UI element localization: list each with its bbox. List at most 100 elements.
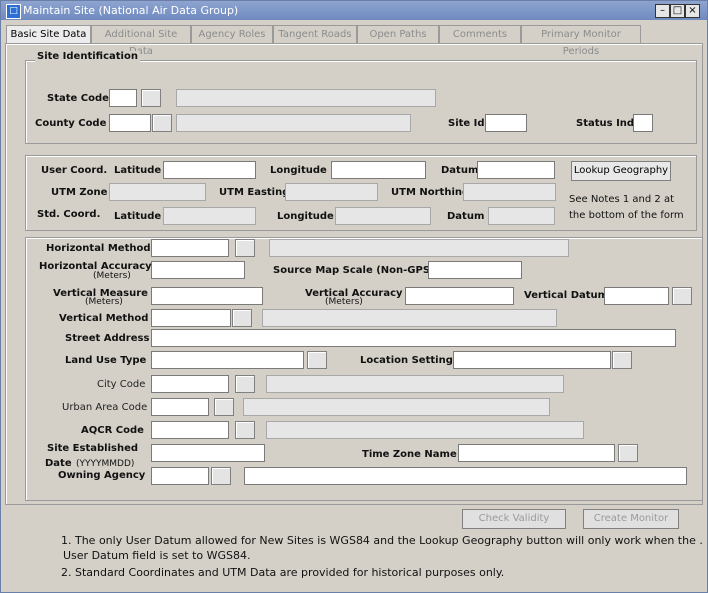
status-ind-input[interactable] [633, 114, 653, 132]
std-longitude-field [335, 207, 431, 225]
minimize-icon[interactable]: – [655, 4, 670, 18]
location-setting-label: Location Setting [360, 355, 453, 366]
window-title: Maintain Site (National Air Data Group) [23, 4, 239, 17]
land-use-type-input[interactable] [151, 351, 304, 369]
land-use-type-lov-button[interactable] [307, 351, 327, 369]
see-notes-text-1: See Notes 1 and 2 at [569, 194, 675, 205]
horizontal-method-lov-button[interactable] [235, 239, 255, 257]
county-code-lov-button[interactable] [152, 114, 172, 132]
source-map-scale-label: Source Map Scale (Non-GPS) [273, 265, 435, 276]
vertical-method-lov-button[interactable] [232, 309, 252, 327]
tab-primary-monitor-periods[interactable]: Primary Monitor Periods [521, 25, 641, 57]
vertical-datum-lov-button[interactable] [672, 287, 692, 305]
vertical-measure-units: (Meters) [85, 297, 123, 307]
state-code-label: State Code [47, 93, 109, 104]
aqcr-name-field [266, 421, 584, 439]
user-longitude-input[interactable] [331, 161, 426, 179]
lookup-geography-button[interactable]: Lookup Geography [571, 161, 671, 181]
vertical-method-label: Vertical Method [59, 313, 149, 324]
note-2: 2. Standard Coordinates and UTM Data are… [61, 566, 505, 579]
user-latitude-label: Latitude [114, 165, 162, 176]
time-zone-name-label: Time Zone Name [362, 449, 457, 460]
tab-agency-roles[interactable]: Agency Roles [191, 25, 273, 43]
user-datum-input[interactable] [477, 161, 555, 179]
vertical-method-input[interactable] [151, 309, 231, 327]
owning-agency-lov-button[interactable] [211, 467, 231, 485]
std-coord-label: Std. Coord. [37, 209, 101, 220]
utm-easting-label: UTM Easting [219, 187, 290, 198]
city-name-field [266, 375, 564, 393]
tab-tangent-roads[interactable]: Tangent Roads [273, 25, 357, 43]
horizontal-method-desc-field [269, 239, 569, 257]
title-bar: □ Maintain Site (National Air Data Group… [1, 1, 707, 20]
site-identification-title: Site Identification [35, 51, 140, 62]
urban-area-name-field [243, 398, 550, 416]
utm-zone-label: UTM Zone [51, 187, 108, 198]
aqcr-code-input[interactable] [151, 421, 229, 439]
street-address-label: Street Address [65, 333, 150, 344]
close-icon[interactable]: × [685, 4, 700, 18]
urban-area-code-input[interactable] [151, 398, 209, 416]
site-id-input[interactable] [485, 114, 527, 132]
note-1-line-1: 1. The only User Datum allowed for New S… [61, 534, 703, 547]
city-code-lov-button[interactable] [235, 375, 255, 393]
vertical-datum-input[interactable] [604, 287, 669, 305]
utm-northing-label: UTM Northing [391, 187, 470, 198]
urban-area-code-lov-button[interactable] [214, 398, 234, 416]
user-coord-label: User Coord. [41, 165, 108, 176]
date-format-hint: (YYYYMMDD) [76, 459, 135, 469]
tab-basic-site-data[interactable]: Basic Site Data [6, 25, 91, 44]
create-monitor-button[interactable]: Create Monitor [583, 509, 679, 529]
county-code-input[interactable] [109, 114, 151, 132]
std-latitude-field [163, 207, 256, 225]
utm-easting-field [285, 183, 378, 201]
source-map-scale-input[interactable] [428, 261, 522, 279]
city-code-input[interactable] [151, 375, 229, 393]
vertical-accuracy-input[interactable] [405, 287, 514, 305]
std-datum-label: Datum [447, 211, 485, 222]
aqcr-code-lov-button[interactable] [235, 421, 255, 439]
time-zone-name-input[interactable] [458, 444, 615, 462]
urban-area-code-label: Urban Area Code [62, 402, 148, 413]
street-address-input[interactable] [151, 329, 676, 347]
owning-agency-input[interactable] [151, 467, 209, 485]
check-validity-button[interactable]: Check Validity [462, 509, 566, 529]
site-established-date-label: Date [45, 458, 72, 469]
vertical-method-desc-field [262, 309, 557, 327]
state-name-field [176, 89, 436, 107]
owning-agency-label: Owning Agency [58, 470, 146, 481]
state-code-lov-button[interactable] [141, 89, 161, 107]
site-established-date-input[interactable] [151, 444, 265, 462]
tab-additional-site-data[interactable]: Additional Site Data [91, 25, 191, 57]
note-1-line-2: User Datum field is set to WGS84. [63, 549, 251, 562]
vertical-accuracy-units: (Meters) [325, 297, 363, 307]
user-latitude-input[interactable] [163, 161, 256, 179]
see-notes-text-2: the bottom of the form [569, 210, 684, 221]
owning-agency-name-field[interactable] [244, 467, 687, 485]
tab-open-paths[interactable]: Open Paths [357, 25, 439, 43]
horizontal-method-input[interactable] [151, 239, 229, 257]
user-longitude-label: Longitude [270, 165, 327, 176]
utm-northing-field [463, 183, 556, 201]
std-latitude-label: Latitude [114, 211, 162, 222]
location-setting-input[interactable] [453, 351, 611, 369]
state-code-input[interactable] [109, 89, 137, 107]
aqcr-code-label: AQCR Code [81, 425, 144, 436]
city-code-label: City Code [97, 379, 146, 390]
county-code-label: County Code [35, 118, 107, 129]
horizontal-method-label: Horizontal Method [46, 243, 151, 254]
site-id-label: Site Id [448, 118, 485, 129]
utm-zone-field [109, 183, 206, 201]
tab-comments[interactable]: Comments [439, 25, 521, 43]
horizontal-accuracy-input[interactable] [151, 261, 245, 279]
maximize-icon[interactable]: □ [670, 4, 685, 18]
site-established-label: Site Established [47, 443, 139, 454]
user-datum-label: Datum [441, 165, 479, 176]
time-zone-name-lov-button[interactable] [618, 444, 638, 462]
vertical-measure-input[interactable] [151, 287, 263, 305]
location-setting-lov-button[interactable] [612, 351, 632, 369]
main-window: □ Maintain Site (National Air Data Group… [0, 0, 708, 593]
horizontal-accuracy-units: (Meters) [93, 271, 131, 281]
vertical-datum-label: Vertical Datum [524, 290, 609, 301]
app-icon: □ [6, 4, 21, 19]
